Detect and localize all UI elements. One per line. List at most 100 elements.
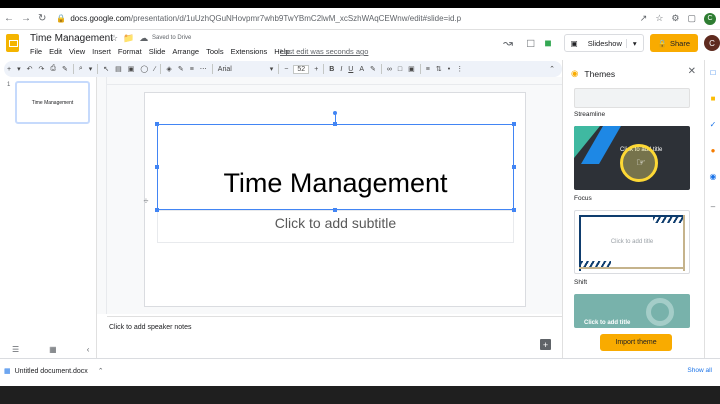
bookmark-star-icon[interactable]: ☆ <box>655 13 663 24</box>
chevron-down-icon[interactable]: ▾ <box>267 65 277 73</box>
slide-title[interactable]: Time Management <box>157 168 514 199</box>
last-edit-link[interactable]: Last edit was seconds ago <box>280 47 368 56</box>
menu-slide[interactable]: Slide <box>149 47 166 56</box>
list-view-icon[interactable]: ☰ <box>12 345 19 354</box>
keep-icon[interactable]: ■ <box>708 94 718 104</box>
activity-trend-icon[interactable]: ↝ <box>503 36 513 50</box>
image-icon[interactable]: ▣ <box>405 65 418 73</box>
subtitle-placeholder[interactable]: Click to add subtitle <box>157 215 514 231</box>
font-size-input[interactable]: 52 <box>293 64 310 74</box>
resize-handle-top-left[interactable] <box>155 122 159 126</box>
new-slide-icon[interactable]: + <box>4 66 14 73</box>
reload-icon[interactable]: ↻ <box>38 13 46 24</box>
theme-card-shift[interactable]: Click to add title <box>574 210 690 274</box>
document-title[interactable]: Time Management <box>30 33 113 44</box>
insert-link-icon[interactable]: ∞ <box>384 66 395 73</box>
chevron-up-icon[interactable]: ⌃ <box>98 367 104 375</box>
add-on-icon[interactable]: – <box>708 202 718 212</box>
url-field[interactable]: docs.google.com/presentation/d/1uUzhQGuN… <box>70 14 461 23</box>
meet-video-icon[interactable]: ■ <box>544 36 551 50</box>
share-page-icon[interactable]: ↗ <box>640 13 648 24</box>
browser-profile-avatar[interactable]: C <box>704 12 716 25</box>
collapse-panel-icon[interactable]: ‹ <box>87 345 90 354</box>
toolbar-divider <box>211 64 213 74</box>
align-icon[interactable]: ≡ <box>423 66 433 73</box>
bold-icon[interactable]: B <box>326 66 337 73</box>
menu-view[interactable]: View <box>69 47 85 56</box>
maps-icon[interactable]: ◉ <box>708 172 718 182</box>
tab-strip-icon[interactable]: ▢ <box>687 13 696 24</box>
extensions-puzzle-icon[interactable]: ⚙ <box>671 13 679 24</box>
redo-icon[interactable]: ↷ <box>35 65 47 73</box>
chevron-down-icon[interactable]: ▾ <box>625 38 643 48</box>
bulleted-list-icon[interactable]: • <box>445 66 453 73</box>
palette-icon: ◉ <box>571 68 579 78</box>
star-icon[interactable]: ☆ <box>110 33 118 44</box>
download-item[interactable]: ▦ Untitled document.docx ⌃ <box>4 367 104 376</box>
menu-file[interactable]: File <box>30 47 42 56</box>
menu-extensions[interactable]: Extensions <box>231 47 268 56</box>
chevron-down-icon[interactable]: ▾ <box>14 65 24 73</box>
font-size-increase[interactable]: + <box>311 66 321 73</box>
download-filename: Untitled document.docx <box>14 367 88 375</box>
add-notes-icon[interactable]: + <box>540 339 551 350</box>
forward-icon[interactable]: → <box>21 13 31 24</box>
calendar-icon[interactable]: □ <box>708 68 718 78</box>
text-box-icon[interactable]: ▤ <box>112 65 125 73</box>
account-avatar[interactable]: C <box>704 35 720 51</box>
menu-tools[interactable]: Tools <box>206 47 224 56</box>
resize-handle-top-center[interactable] <box>333 122 337 126</box>
menu-edit[interactable]: Edit <box>49 47 62 56</box>
slideshow-button[interactable]: ▣ Slideshow ▾ <box>563 34 644 52</box>
theme-label-shift: Shift <box>574 279 588 286</box>
fill-color-icon[interactable]: ◈ <box>163 65 174 73</box>
move-folder-icon[interactable]: 📁 <box>123 33 134 44</box>
border-weight-icon[interactable]: ≡ <box>187 66 197 73</box>
font-select[interactable]: Arial <box>215 66 267 73</box>
menu-arrange[interactable]: Arrange <box>172 47 199 56</box>
print-icon[interactable]: ⎙ <box>47 65 59 73</box>
line-spacing-icon[interactable]: ⇅ <box>433 65 445 73</box>
italic-icon[interactable]: I <box>337 66 345 73</box>
add-comment-icon[interactable]: □ <box>395 66 405 73</box>
show-all-link[interactable]: Show all <box>687 367 712 374</box>
theme-card-streamline[interactable] <box>574 88 690 108</box>
paint-format-icon[interactable]: ✎ <box>59 65 71 73</box>
comment-icon[interactable]: □ <box>527 36 534 50</box>
resize-handle-bottom-right[interactable] <box>512 208 516 212</box>
undo-icon[interactable]: ↶ <box>24 65 36 73</box>
collapse-toolbar-icon[interactable]: ⌃ <box>546 65 558 73</box>
speaker-notes[interactable]: Click to add speaker notes <box>107 316 562 358</box>
tasks-icon[interactable]: ✓ <box>708 120 718 130</box>
image-icon[interactable]: ▣ <box>125 65 138 73</box>
zoom-icon[interactable]: ⌕ <box>76 65 86 73</box>
border-dash-icon[interactable]: ⋯ <box>197 65 210 73</box>
menu-insert[interactable]: Insert <box>92 47 111 56</box>
border-color-icon[interactable]: ✎ <box>175 65 187 73</box>
menu-format[interactable]: Format <box>118 47 142 56</box>
underline-icon[interactable]: U <box>345 66 356 73</box>
grid-view-icon[interactable]: ▦ <box>49 345 57 354</box>
resize-handle-bottom-center[interactable] <box>333 208 337 212</box>
line-icon[interactable]: ∕ <box>151 66 158 73</box>
chevron-down-icon[interactable]: ▾ <box>86 65 96 73</box>
slides-logo-icon[interactable] <box>6 34 19 52</box>
contacts-icon[interactable]: ● <box>708 146 718 156</box>
highlight-icon[interactable]: ✎ <box>367 65 379 73</box>
resize-handle-top-right[interactable] <box>512 122 516 126</box>
select-cursor-icon[interactable]: ↖ <box>100 65 112 73</box>
theme-card-focus[interactable]: Click to add title ☞ <box>574 126 690 190</box>
import-theme-button[interactable]: Import theme <box>600 334 672 351</box>
rotation-handle[interactable] <box>333 111 337 115</box>
slide-thumbnail[interactable]: Time Management <box>15 81 90 124</box>
font-size-decrease[interactable]: − <box>281 66 291 73</box>
share-button[interactable]: 🔒 Share <box>649 34 698 52</box>
resize-handle-bottom-left[interactable] <box>155 208 159 212</box>
text-color-icon[interactable]: A <box>356 66 367 73</box>
more-options-icon[interactable]: ⋮ <box>453 65 466 73</box>
theme-card-coral[interactable]: Click to add title <box>574 294 690 328</box>
close-icon[interactable]: ✕ <box>688 66 696 77</box>
back-icon[interactable]: ← <box>4 13 14 24</box>
shape-icon[interactable]: ◯ <box>137 65 151 73</box>
lock-icon[interactable]: 🔒 <box>56 14 66 23</box>
